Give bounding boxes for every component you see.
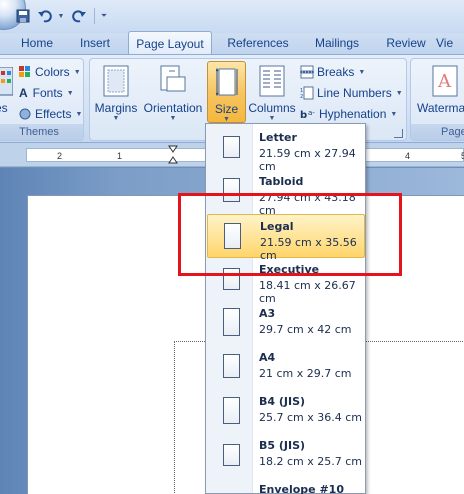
page-setup-launcher-icon[interactable] bbox=[394, 129, 403, 138]
line-numbers-button[interactable]: 12 Line Numbers ▼ bbox=[300, 83, 403, 103]
indent-marker-icon[interactable] bbox=[168, 145, 178, 168]
tab-home[interactable]: Home bbox=[12, 33, 62, 54]
margins-icon bbox=[103, 65, 129, 97]
tab-view[interactable]: Vie bbox=[436, 33, 464, 54]
tab-insert[interactable]: Insert bbox=[68, 33, 122, 54]
size-dropdown-menu: Letter 21.59 cm x 27.94 cm Tabloid 27.94… bbox=[205, 123, 366, 494]
ribbon-tabs: Home Insert Page Layout References Maili… bbox=[0, 31, 464, 55]
orientation-icon bbox=[160, 65, 186, 92]
hyphenation-button[interactable]: b a- Hyphenation ▼ bbox=[300, 104, 397, 124]
margins-button[interactable]: Margins ▼ bbox=[94, 61, 138, 123]
page-size-icon bbox=[223, 136, 240, 158]
size-option-b5-jis[interactable]: B5 (JIS) 18.2 cm x 25.7 cm bbox=[207, 434, 365, 478]
size-button[interactable]: Size ▼ bbox=[207, 61, 246, 123]
theme-colors-button[interactable]: Colors ▼ bbox=[19, 62, 81, 82]
size-option-a3[interactable]: A3 29.7 cm x 42 cm bbox=[207, 302, 365, 346]
fonts-icon: A bbox=[19, 86, 28, 100]
svg-text:2: 2 bbox=[300, 94, 303, 100]
page-size-icon bbox=[223, 397, 240, 424]
line-numbers-icon: 12 bbox=[300, 86, 314, 100]
page-size-icon bbox=[223, 354, 240, 378]
orientation-button[interactable]: Orientation ▼ bbox=[140, 61, 206, 123]
undo-dropdown-icon[interactable]: ▼ bbox=[56, 6, 66, 26]
watermark-icon: A bbox=[432, 65, 458, 97]
size-icon bbox=[215, 67, 237, 97]
highlight-annotation-box bbox=[178, 193, 402, 276]
redo-icon[interactable] bbox=[70, 6, 88, 26]
svg-text:A: A bbox=[437, 71, 452, 92]
tab-page-layout[interactable]: Page Layout bbox=[128, 31, 212, 55]
effects-icon bbox=[19, 108, 31, 120]
tab-review[interactable]: Review bbox=[378, 33, 434, 54]
columns-button[interactable]: Columns ▼ bbox=[248, 61, 296, 123]
page-background-group: A Waterman Page bbox=[410, 58, 464, 141]
themes-group: es Colors▼ A Fonts▼ Effects▼ Themes bbox=[0, 58, 84, 141]
size-option-letter[interactable]: Letter 21.59 cm x 27.94 cm bbox=[207, 126, 365, 173]
tab-mailings[interactable]: Mailings bbox=[306, 33, 368, 54]
svg-text:b: b bbox=[300, 110, 307, 121]
theme-effects-button[interactable]: Effects ▼ bbox=[19, 104, 82, 124]
breaks-button[interactable]: Breaks ▼ bbox=[300, 62, 365, 82]
customize-qat-icon[interactable]: ⏷ bbox=[98, 6, 110, 26]
theme-fonts-button[interactable]: A Fonts ▼ bbox=[19, 83, 74, 103]
colors-icon bbox=[19, 66, 30, 77]
tab-references[interactable]: References bbox=[222, 33, 294, 54]
size-option-b4-jis[interactable]: B4 (JIS) 25.7 cm x 36.4 cm bbox=[207, 390, 365, 434]
watermark-button[interactable]: A Waterman bbox=[413, 61, 464, 123]
breaks-icon bbox=[300, 65, 314, 79]
save-icon[interactable] bbox=[14, 6, 32, 26]
undo-icon[interactable] bbox=[35, 6, 55, 26]
themes-button[interactable]: es bbox=[0, 61, 15, 123]
columns-icon bbox=[259, 65, 285, 97]
size-option-a4[interactable]: A4 21 cm x 29.7 cm bbox=[207, 346, 365, 390]
page-size-icon bbox=[223, 444, 240, 466]
page-size-icon bbox=[223, 308, 240, 336]
svg-text:a-: a- bbox=[308, 109, 315, 117]
page-background-group-label: Page bbox=[411, 124, 464, 140]
themes-group-label: Themes bbox=[0, 124, 83, 140]
quick-access-toolbar: ▼ ⏷ bbox=[0, 0, 464, 33]
hyphenation-icon: b a- bbox=[300, 109, 315, 121]
size-option-envelope-10[interactable]: Envelope #10 bbox=[207, 478, 365, 494]
